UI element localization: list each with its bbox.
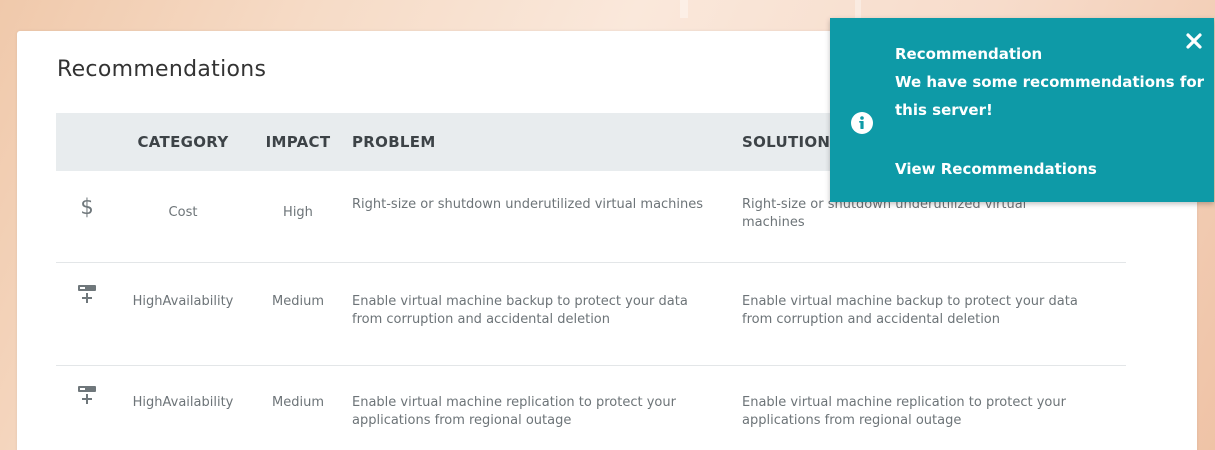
toast-title: Recommendation [895, 45, 1043, 63]
solution-cell: Enable virtual machine replication to pr… [742, 395, 1066, 428]
category-icon-cell [56, 263, 118, 366]
solution-cell: Enable virtual machine backup to protect… [742, 294, 1078, 327]
server-plus-icon [78, 285, 96, 303]
impact-cell: Medium [272, 395, 324, 410]
category-cell: HighAvailability [132, 395, 234, 410]
info-icon [851, 112, 873, 134]
impact-cell: Medium [272, 294, 324, 309]
background-decoration [855, 0, 861, 18]
toast-message: We have some recommendations for this se… [895, 73, 1205, 119]
background-decoration [680, 0, 688, 18]
column-header-icon [56, 113, 118, 171]
category-cell: HighAvailability [132, 294, 234, 309]
problem-cell: Enable virtual machine replication to pr… [352, 395, 676, 428]
view-recommendations-link[interactable]: View Recommendations [895, 155, 1097, 183]
server-plus-icon [78, 386, 96, 404]
dollar-icon: $ [80, 195, 94, 219]
category-cell: Cost [168, 205, 198, 220]
problem-cell: Right-size or shutdown underutilized vir… [352, 197, 704, 212]
problem-cell: Enable virtual machine backup to protect… [352, 294, 688, 327]
column-header-category[interactable]: CATEGORY [118, 113, 248, 171]
impact-cell: High [283, 205, 313, 220]
recommendation-toast: Recommendation We have some recommendati… [830, 18, 1214, 202]
page-title: Recommendations [57, 57, 267, 82]
category-icon-cell [56, 366, 118, 450]
column-header-impact[interactable]: IMPACT [248, 113, 348, 171]
table-row[interactable]: HighAvailability Medium Enable virtual m… [56, 366, 1126, 450]
category-icon-cell: $ [56, 171, 118, 263]
column-header-problem[interactable]: PROBLEM [348, 113, 734, 171]
close-icon[interactable] [1184, 31, 1204, 51]
table-row[interactable]: HighAvailability Medium Enable virtual m… [56, 263, 1126, 366]
